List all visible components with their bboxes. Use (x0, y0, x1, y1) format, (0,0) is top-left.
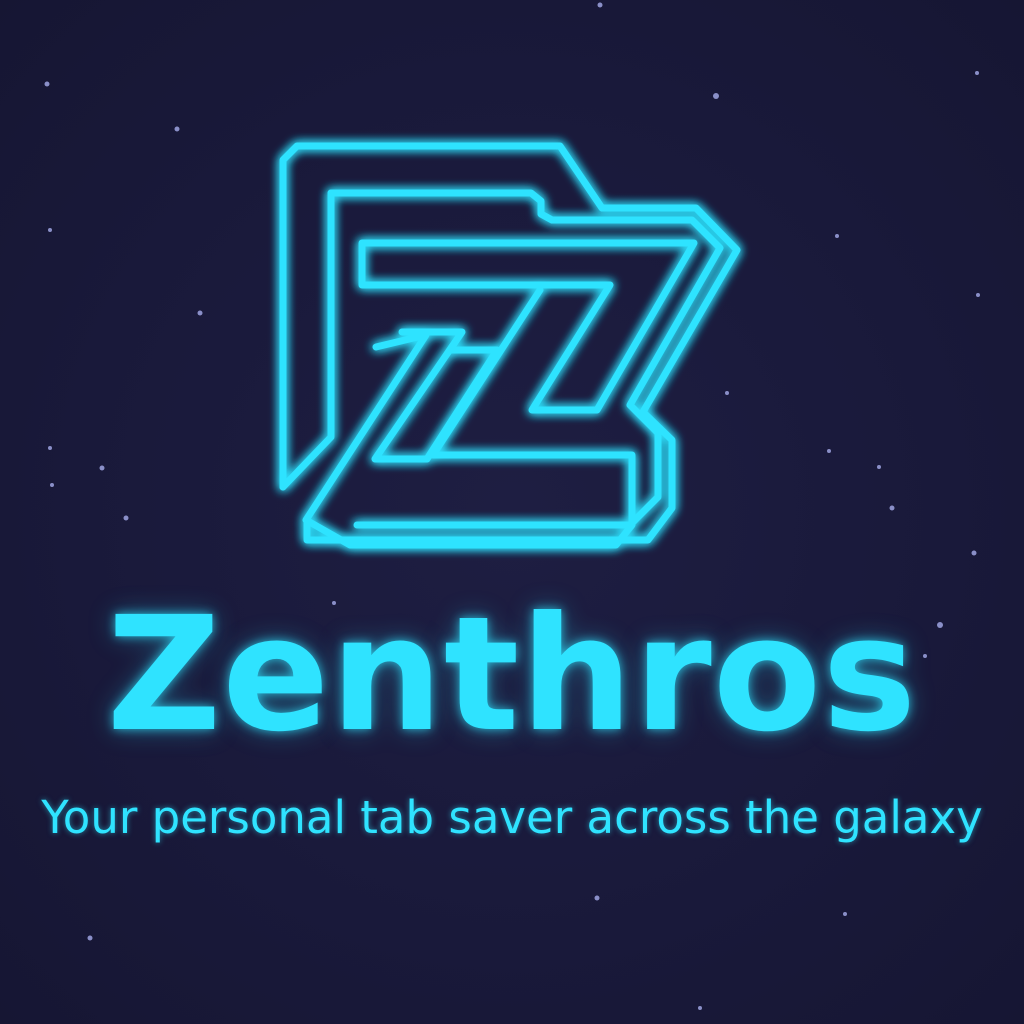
z-diagonal-stroke (371, 328, 501, 463)
folder-back-panel (279, 189, 335, 491)
folder-z-logo-icon (279, 142, 741, 549)
brand-wordmark: Zenthros (106, 583, 918, 767)
brand-tagline: Your personal tab saver across the galax… (41, 791, 983, 844)
